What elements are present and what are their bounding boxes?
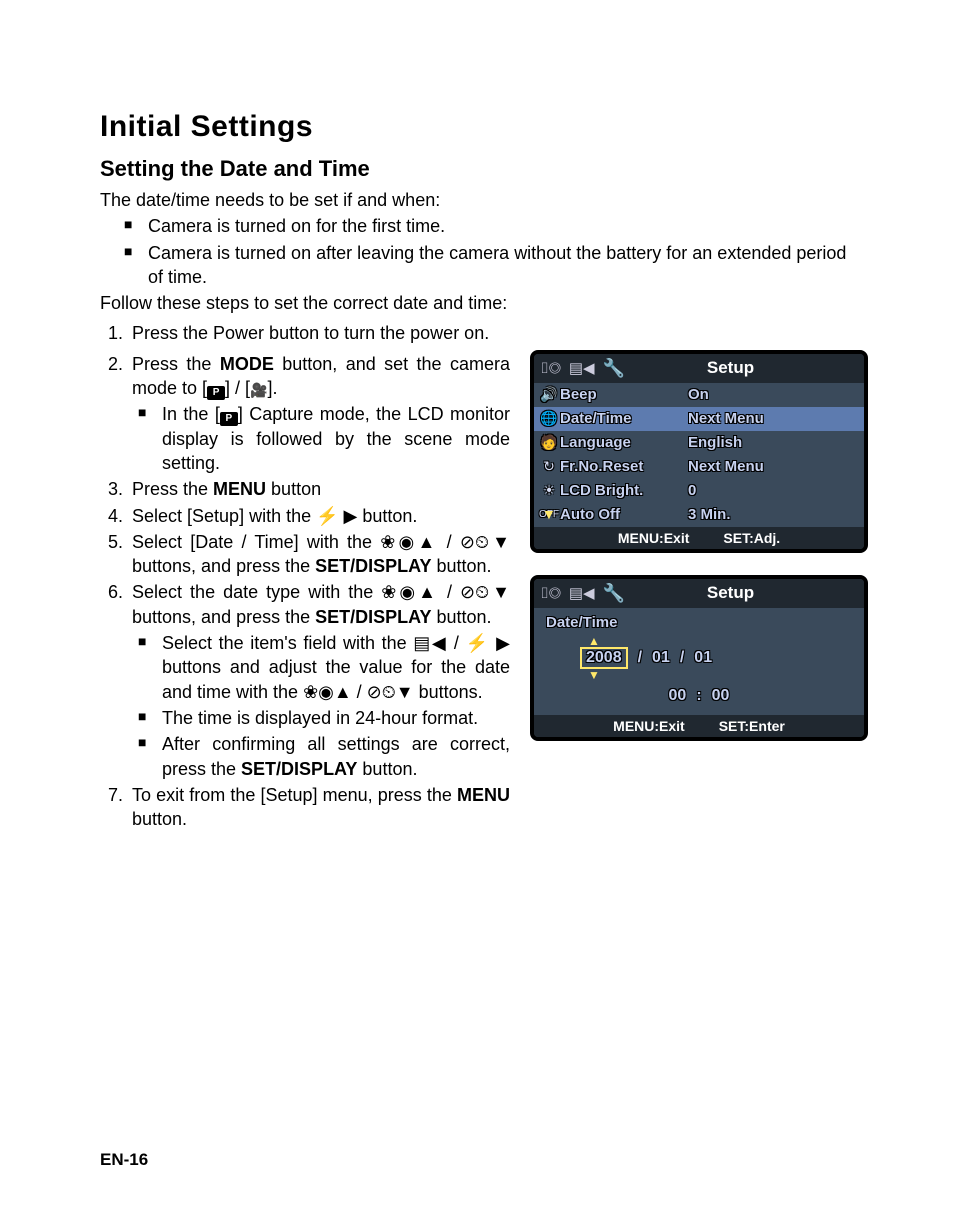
chevron-up-icon: ▲ bbox=[588, 635, 600, 647]
menu-label: Date/Time bbox=[560, 410, 688, 427]
datetime-label: Date/Time bbox=[546, 614, 852, 631]
section-subtitle: Setting the Date and Time bbox=[100, 156, 864, 182]
footer-set-adj: SET:Adj. bbox=[723, 530, 780, 546]
lcd-setup-menu: ⌷◎ ▤◀ 🔧 Setup 🔊BeepOn 🌐Date/TimeNext Men… bbox=[530, 350, 868, 553]
menu-label: Auto Off bbox=[560, 506, 688, 523]
lcd-title: Setup bbox=[633, 583, 858, 603]
nav-glyphs: ❀◉▲ / ⊘⏲▼ bbox=[303, 682, 414, 702]
beep-icon: 🔊 bbox=[538, 386, 560, 403]
hour-field: 00 bbox=[669, 687, 687, 705]
step-4: Select [Setup] with the ⚡ ▶ button. bbox=[128, 504, 510, 528]
minute-field: 00 bbox=[712, 687, 730, 705]
month-field: 01 bbox=[652, 649, 670, 667]
reset-icon: ↻ bbox=[538, 458, 560, 475]
footer-set-enter: SET:Enter bbox=[719, 718, 785, 734]
video-mode-icon: 🎥 bbox=[250, 381, 267, 400]
menu-label: Fr.No.Reset bbox=[560, 458, 688, 475]
lcd-title: Setup bbox=[633, 358, 858, 378]
date-icon: 🌐 bbox=[538, 410, 560, 427]
lcd-datetime-edit: ⌷◎ ▤◀ 🔧 Setup Date/Time ▲ 2008 / 01 / 01 bbox=[530, 575, 868, 741]
step-6-sub: Select the item's field with the ▤◀ / ⚡ … bbox=[138, 631, 510, 704]
intro-bullet: Camera is turned on for the first time. bbox=[124, 214, 864, 238]
menu-value: On bbox=[688, 386, 709, 403]
menu-value: Next Menu bbox=[688, 410, 764, 427]
menu-value: English bbox=[688, 434, 742, 451]
step-6: Select the date type with the ❀◉▲ / ⊘⏲▼ … bbox=[128, 580, 510, 780]
nav-glyphs: ❀◉▲ / ⊘⏲▼ bbox=[380, 532, 510, 552]
intro-bullet: Camera is turned on after leaving the ca… bbox=[124, 241, 864, 290]
step-2-sub: In the [P] Capture mode, the LCD monitor… bbox=[138, 402, 510, 475]
list-icon: ▤◀ bbox=[569, 584, 595, 602]
nav-glyphs: ▤◀ / ⚡ ▶ bbox=[413, 633, 510, 653]
menu-label: LCD Bright. bbox=[560, 482, 688, 499]
p-mode-icon: P bbox=[207, 386, 225, 400]
page-number: EN-16 bbox=[100, 1150, 148, 1170]
language-icon: 🧑 bbox=[538, 434, 560, 451]
camera-icon: ⌷◎ bbox=[540, 585, 561, 602]
menu-value: 0 bbox=[688, 482, 696, 499]
nav-glyphs: ❀◉▲ / ⊘⏲▼ bbox=[381, 582, 510, 602]
chevron-down-icon: ▼ bbox=[588, 669, 600, 681]
chevron-down-icon: ▼ bbox=[536, 506, 556, 522]
wrench-icon: 🔧 bbox=[603, 583, 625, 604]
wrench-icon: 🔧 bbox=[603, 358, 625, 379]
list-icon: ▤◀ bbox=[569, 359, 595, 377]
step-2: Press the MODE button, and set the camer… bbox=[128, 352, 510, 475]
menu-label: Language bbox=[560, 434, 688, 451]
year-field: 2008 bbox=[580, 647, 628, 669]
menu-label: Beep bbox=[560, 386, 688, 403]
step-7: To exit from the [Setup] menu, press the… bbox=[128, 783, 510, 832]
p-mode-icon: P bbox=[220, 412, 238, 426]
step-5: Select [Date / Time] with the ❀◉▲ / ⊘⏲▼ … bbox=[128, 530, 510, 579]
footer-menu-exit: MENU:Exit bbox=[618, 530, 690, 546]
footer-menu-exit: MENU:Exit bbox=[613, 718, 685, 734]
step-6-sub: The time is displayed in 24-hour format. bbox=[138, 706, 510, 730]
page-title: Initial Settings bbox=[100, 110, 864, 144]
intro-text: The date/time needs to be set if and whe… bbox=[100, 188, 864, 212]
camera-icon: ⌷◎ bbox=[540, 360, 561, 377]
menu-value: Next Menu bbox=[688, 458, 764, 475]
follow-text: Follow these steps to set the correct da… bbox=[100, 291, 864, 315]
bright-icon: ☀ bbox=[538, 482, 560, 499]
step-3: Press the MENU button bbox=[128, 477, 510, 501]
day-field: 01 bbox=[694, 649, 712, 667]
step-1: Press the Power button to turn the power… bbox=[128, 321, 864, 345]
step-6-sub: After confirming all settings are correc… bbox=[138, 732, 510, 781]
menu-value: 3 Min. bbox=[688, 506, 731, 523]
